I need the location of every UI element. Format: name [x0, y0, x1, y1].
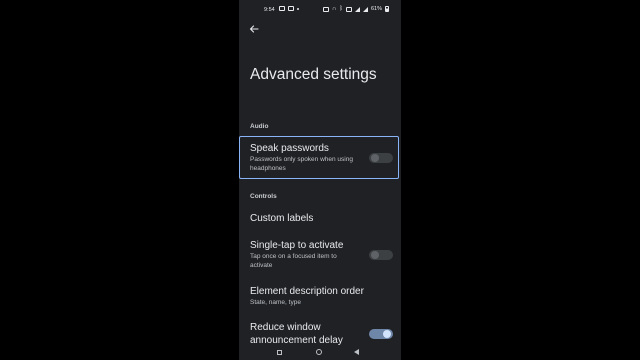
nav-bar: [239, 346, 401, 360]
headphones-icon: ∩: [332, 6, 337, 12]
message-icon: [279, 6, 285, 11]
home-icon[interactable]: [316, 349, 322, 355]
section-header-controls: Controls: [250, 193, 277, 200]
speak-passwords-toggle[interactable]: [369, 153, 393, 163]
page-title: Advanced settings: [250, 66, 377, 83]
battery-icon: [385, 6, 389, 12]
status-right-icons: ∩ ᛒ 61%: [323, 6, 389, 12]
setting-subtitle: Passwords only spoken when using headpho…: [250, 156, 353, 172]
status-bar: 9:54 ∩ ᛒ 61%: [239, 0, 401, 20]
mute-icon: [345, 6, 352, 12]
status-left-icons: [279, 6, 299, 11]
toggle-thumb: [383, 330, 391, 338]
back-arrow-icon[interactable]: [247, 22, 261, 36]
toggle-thumb: [371, 251, 379, 259]
setting-speak-passwords[interactable]: Speak passwords Passwords only spoken wh…: [239, 138, 401, 178]
setting-title: Speak passwords: [250, 143, 329, 154]
back-icon[interactable]: [354, 349, 359, 355]
setting-custom-labels[interactable]: Custom labels: [239, 208, 401, 230]
setting-title-line2: announcement delay: [250, 335, 343, 346]
setting-element-order[interactable]: Element description order State, name, t…: [239, 281, 401, 311]
dot-icon: [297, 7, 299, 10]
setting-title: Custom labels: [250, 213, 314, 224]
status-time: 9:54: [264, 7, 275, 13]
setting-reduce-window[interactable]: Reduce window announcement delay: [239, 317, 401, 347]
setting-single-tap[interactable]: Single-tap to activate Tap once on a foc…: [239, 235, 401, 273]
setting-title: Single-tap to activate: [250, 240, 344, 251]
setting-title: Reduce window: [250, 322, 321, 333]
wifi-icon: [323, 6, 330, 12]
battery-percent: 61%: [370, 6, 382, 12]
reduce-window-toggle[interactable]: [369, 329, 393, 339]
section-header-audio: Audio: [250, 123, 269, 130]
setting-subtitle: Tap once on a focused item to activate: [250, 253, 337, 269]
signal-icon: [362, 6, 368, 12]
signal-icon: [354, 6, 360, 12]
single-tap-toggle[interactable]: [369, 250, 393, 260]
toggle-thumb: [371, 154, 379, 162]
setting-title: Element description order: [250, 286, 364, 297]
recents-icon[interactable]: [277, 350, 282, 355]
phone-screen: 9:54 ∩ ᛒ 61% Advanced settings Audio Spe…: [239, 0, 401, 360]
bluetooth-icon: ᛒ: [339, 6, 343, 12]
box-icon: [288, 6, 294, 11]
setting-subtitle: State, name, type: [250, 299, 301, 306]
